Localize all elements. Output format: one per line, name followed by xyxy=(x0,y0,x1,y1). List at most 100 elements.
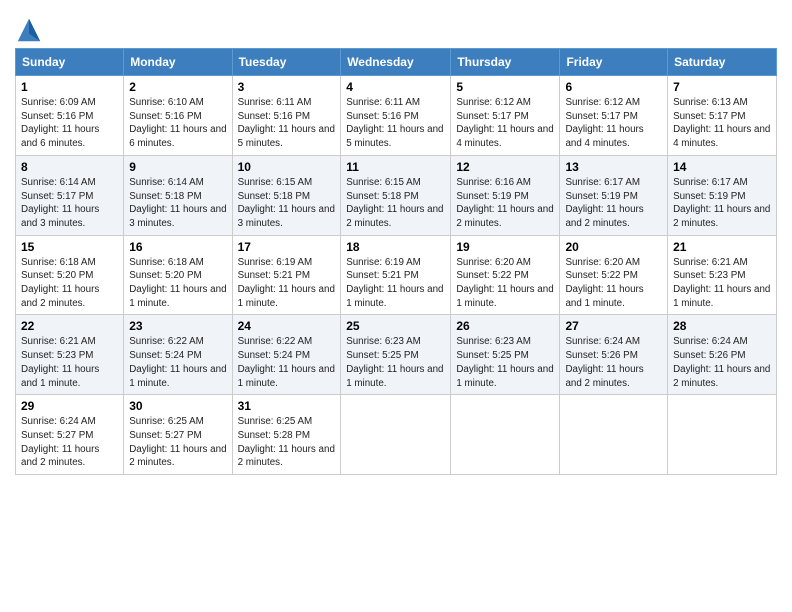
day-number: 19 xyxy=(456,240,554,254)
day-info: Sunrise: 6:24 AM Sunset: 5:26 PM Dayligh… xyxy=(565,335,662,390)
day-number: 4 xyxy=(346,80,445,94)
calendar-cell: 8 Sunrise: 6:14 AM Sunset: 5:17 PM Daylig… xyxy=(16,155,124,235)
calendar-cell: 17 Sunrise: 6:19 AM Sunset: 5:21 PM Dayli… xyxy=(232,235,341,315)
day-info: Sunrise: 6:20 AM Sunset: 5:22 PM Dayligh… xyxy=(565,256,662,311)
day-number: 17 xyxy=(238,240,336,254)
calendar-cell: 27 Sunrise: 6:24 AM Sunset: 5:26 PM Dayli… xyxy=(560,315,668,395)
day-number: 26 xyxy=(456,319,554,333)
day-info: Sunrise: 6:15 AM Sunset: 5:18 PM Dayligh… xyxy=(346,176,445,231)
calendar-cell: 16 Sunrise: 6:18 AM Sunset: 5:20 PM Dayli… xyxy=(124,235,232,315)
day-info: Sunrise: 6:22 AM Sunset: 5:24 PM Dayligh… xyxy=(238,335,336,390)
day-info: Sunrise: 6:21 AM Sunset: 5:23 PM Dayligh… xyxy=(21,335,118,390)
calendar-cell: 9Sunrise: 6:14 AM Sunset: 5:18 PM Daylig… xyxy=(124,155,232,235)
calendar-cell: 7 Sunrise: 6:13 AM Sunset: 5:17 PM Daylig… xyxy=(668,76,777,156)
day-number: 25 xyxy=(346,319,445,333)
calendar-cell: 22 Sunrise: 6:21 AM Sunset: 5:23 PM Dayli… xyxy=(16,315,124,395)
day-number: 20 xyxy=(565,240,662,254)
day-info: Sunrise: 6:14 AM Sunset: 5:18 PM Dayligh… xyxy=(129,176,226,231)
day-number: 13 xyxy=(565,160,662,174)
day-number: 11 xyxy=(346,160,445,174)
day-number: 10 xyxy=(238,160,336,174)
day-info: Sunrise: 6:18 AM Sunset: 5:20 PM Dayligh… xyxy=(129,256,226,311)
day-number: 6 xyxy=(565,80,662,94)
calendar-cell: 29Sunrise: 6:24 AM Sunset: 5:27 PM Dayli… xyxy=(16,395,124,475)
day-number: 12 xyxy=(456,160,554,174)
calendar-header-friday: Friday xyxy=(560,49,668,76)
day-info: Sunrise: 6:24 AM Sunset: 5:26 PM Dayligh… xyxy=(673,335,771,390)
day-info: Sunrise: 6:19 AM Sunset: 5:21 PM Dayligh… xyxy=(238,256,336,311)
calendar-cell: 14Sunrise: 6:17 AM Sunset: 5:19 PM Dayli… xyxy=(668,155,777,235)
day-number: 5 xyxy=(456,80,554,94)
day-info: Sunrise: 6:25 AM Sunset: 5:28 PM Dayligh… xyxy=(238,415,336,470)
day-info: Sunrise: 6:12 AM Sunset: 5:17 PM Dayligh… xyxy=(565,96,662,151)
day-info: Sunrise: 6:25 AM Sunset: 5:27 PM Dayligh… xyxy=(129,415,226,470)
calendar-week-1: 1Sunrise: 6:09 AM Sunset: 5:16 PM Daylig… xyxy=(16,76,777,156)
calendar-header-wednesday: Wednesday xyxy=(341,49,451,76)
calendar-cell: 18Sunrise: 6:19 AM Sunset: 5:21 PM Dayli… xyxy=(341,235,451,315)
day-info: Sunrise: 6:23 AM Sunset: 5:25 PM Dayligh… xyxy=(456,335,554,390)
calendar-cell: 4Sunrise: 6:11 AM Sunset: 5:16 PM Daylig… xyxy=(341,76,451,156)
page: SundayMondayTuesdayWednesdayThursdayFrid… xyxy=(0,0,792,612)
day-number: 7 xyxy=(673,80,771,94)
day-info: Sunrise: 6:11 AM Sunset: 5:16 PM Dayligh… xyxy=(238,96,336,151)
calendar-cell: 6 Sunrise: 6:12 AM Sunset: 5:17 PM Daylig… xyxy=(560,76,668,156)
calendar-header-monday: Monday xyxy=(124,49,232,76)
day-number: 23 xyxy=(129,319,226,333)
calendar-cell: 30Sunrise: 6:25 AM Sunset: 5:27 PM Dayli… xyxy=(124,395,232,475)
day-number: 31 xyxy=(238,399,336,413)
calendar-week-2: 8 Sunrise: 6:14 AM Sunset: 5:17 PM Daylig… xyxy=(16,155,777,235)
calendar-cell xyxy=(341,395,451,475)
calendar-cell: 31 Sunrise: 6:25 AM Sunset: 5:28 PM Dayli… xyxy=(232,395,341,475)
calendar-cell xyxy=(560,395,668,475)
day-info: Sunrise: 6:10 AM Sunset: 5:16 PM Dayligh… xyxy=(129,96,226,151)
calendar-week-3: 15 Sunrise: 6:18 AM Sunset: 5:20 PM Dayli… xyxy=(16,235,777,315)
day-number: 3 xyxy=(238,80,336,94)
day-number: 18 xyxy=(346,240,445,254)
day-info: Sunrise: 6:13 AM Sunset: 5:17 PM Dayligh… xyxy=(673,96,771,151)
header xyxy=(15,10,777,44)
day-number: 27 xyxy=(565,319,662,333)
calendar-cell: 5 Sunrise: 6:12 AM Sunset: 5:17 PM Daylig… xyxy=(451,76,560,156)
calendar-header-tuesday: Tuesday xyxy=(232,49,341,76)
calendar-cell: 21Sunrise: 6:21 AM Sunset: 5:23 PM Dayli… xyxy=(668,235,777,315)
day-number: 24 xyxy=(238,319,336,333)
day-info: Sunrise: 6:15 AM Sunset: 5:18 PM Dayligh… xyxy=(238,176,336,231)
calendar-cell: 3 Sunrise: 6:11 AM Sunset: 5:16 PM Daylig… xyxy=(232,76,341,156)
calendar-header-row: SundayMondayTuesdayWednesdayThursdayFrid… xyxy=(16,49,777,76)
calendar-cell: 13 Sunrise: 6:17 AM Sunset: 5:19 PM Dayli… xyxy=(560,155,668,235)
day-info: Sunrise: 6:17 AM Sunset: 5:19 PM Dayligh… xyxy=(565,176,662,231)
day-number: 2 xyxy=(129,80,226,94)
calendar-cell xyxy=(451,395,560,475)
calendar-cell: 19 Sunrise: 6:20 AM Sunset: 5:22 PM Dayli… xyxy=(451,235,560,315)
day-info: Sunrise: 6:18 AM Sunset: 5:20 PM Dayligh… xyxy=(21,256,118,311)
day-info: Sunrise: 6:09 AM Sunset: 5:16 PM Dayligh… xyxy=(21,96,118,151)
calendar-cell: 28 Sunrise: 6:24 AM Sunset: 5:26 PM Dayli… xyxy=(668,315,777,395)
calendar-cell: 12 Sunrise: 6:16 AM Sunset: 5:19 PM Dayli… xyxy=(451,155,560,235)
day-number: 22 xyxy=(21,319,118,333)
logo xyxy=(15,16,47,44)
calendar-cell: 1Sunrise: 6:09 AM Sunset: 5:16 PM Daylig… xyxy=(16,76,124,156)
day-number: 14 xyxy=(673,160,771,174)
day-info: Sunrise: 6:24 AM Sunset: 5:27 PM Dayligh… xyxy=(21,415,118,470)
day-info: Sunrise: 6:16 AM Sunset: 5:19 PM Dayligh… xyxy=(456,176,554,231)
calendar-header-saturday: Saturday xyxy=(668,49,777,76)
calendar-cell: 10 Sunrise: 6:15 AM Sunset: 5:18 PM Dayli… xyxy=(232,155,341,235)
day-info: Sunrise: 6:14 AM Sunset: 5:17 PM Dayligh… xyxy=(21,176,118,231)
calendar-cell: 26 Sunrise: 6:23 AM Sunset: 5:25 PM Dayli… xyxy=(451,315,560,395)
calendar-week-5: 29Sunrise: 6:24 AM Sunset: 5:27 PM Dayli… xyxy=(16,395,777,475)
calendar-cell: 2 Sunrise: 6:10 AM Sunset: 5:16 PM Daylig… xyxy=(124,76,232,156)
day-info: Sunrise: 6:20 AM Sunset: 5:22 PM Dayligh… xyxy=(456,256,554,311)
day-number: 8 xyxy=(21,160,118,174)
calendar-cell: 24 Sunrise: 6:22 AM Sunset: 5:24 PM Dayli… xyxy=(232,315,341,395)
calendar-header-sunday: Sunday xyxy=(16,49,124,76)
day-info: Sunrise: 6:12 AM Sunset: 5:17 PM Dayligh… xyxy=(456,96,554,151)
calendar-cell: 11 Sunrise: 6:15 AM Sunset: 5:18 PM Dayli… xyxy=(341,155,451,235)
logo-icon xyxy=(15,16,43,44)
day-number: 28 xyxy=(673,319,771,333)
day-info: Sunrise: 6:23 AM Sunset: 5:25 PM Dayligh… xyxy=(346,335,445,390)
day-number: 15 xyxy=(21,240,118,254)
day-number: 16 xyxy=(129,240,226,254)
calendar-cell: 23Sunrise: 6:22 AM Sunset: 5:24 PM Dayli… xyxy=(124,315,232,395)
calendar-table: SundayMondayTuesdayWednesdayThursdayFrid… xyxy=(15,48,777,475)
calendar-cell xyxy=(668,395,777,475)
